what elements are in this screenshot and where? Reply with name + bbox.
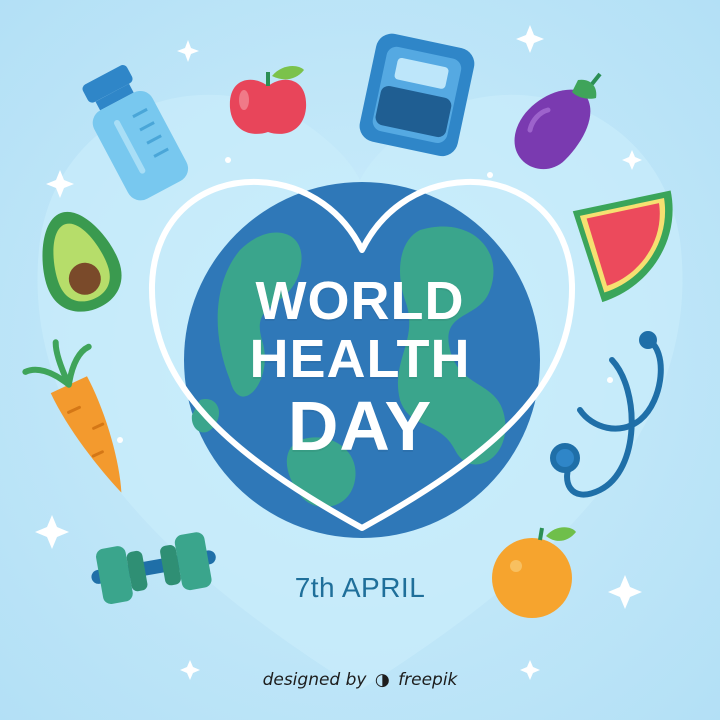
freepik-logo-icon: ◑ <box>374 670 390 690</box>
credit-brand: freepik <box>398 670 458 690</box>
title-block: WORLD HEALTH DAY <box>180 272 540 464</box>
title-day: DAY <box>287 387 433 465</box>
credit-text: designed by <box>262 670 367 690</box>
designer-credit: designed by ◑ freepik <box>200 670 520 690</box>
dumbbell-icon <box>91 532 216 604</box>
title-health: HEALTH <box>249 329 471 389</box>
apple-icon <box>229 66 307 134</box>
poster: WORLD HEALTH DAY 7th APRIL designed by ◑… <box>0 0 720 720</box>
title-world: WORLD <box>255 271 465 331</box>
event-date: 7th APRIL <box>294 572 426 603</box>
